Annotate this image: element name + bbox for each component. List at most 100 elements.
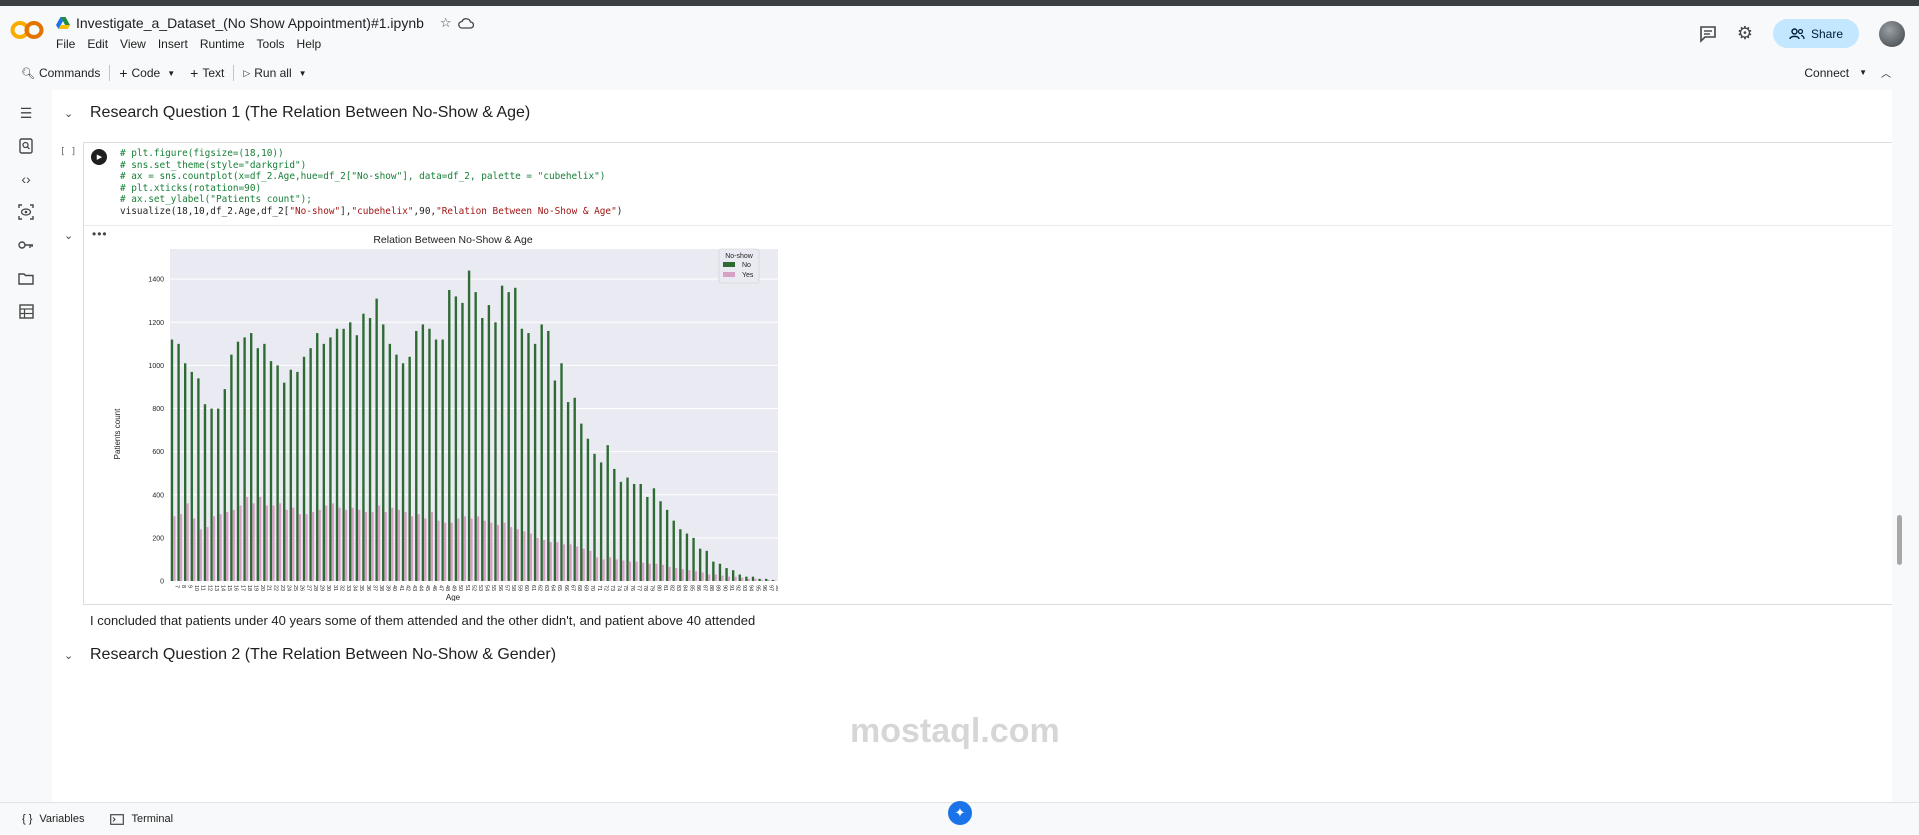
toolbar-divider bbox=[233, 65, 235, 81]
chevron-down-icon[interactable]: ⌄ bbox=[64, 649, 76, 662]
x-tick-label: 59 bbox=[517, 585, 523, 591]
chevron-down-icon[interactable]: ⌄ bbox=[64, 107, 76, 120]
gear-icon[interactable]: ⚙ bbox=[1737, 23, 1753, 44]
x-tick-label: 19 bbox=[253, 585, 259, 591]
terminal-button[interactable]: Terminal bbox=[110, 813, 173, 825]
bar-yes bbox=[707, 574, 711, 581]
scrollbar[interactable] bbox=[1895, 90, 1905, 802]
menu-edit[interactable]: Edit bbox=[87, 37, 108, 51]
section-heading-q2[interactable]: ⌄ Research Question 2 (The Relation Betw… bbox=[64, 646, 556, 664]
menu-runtime[interactable]: Runtime bbox=[200, 37, 245, 51]
x-tick-label: 51 bbox=[464, 585, 470, 591]
x-tick-label: 12 bbox=[206, 585, 212, 591]
bar-no bbox=[256, 348, 259, 581]
comment-icon[interactable] bbox=[1699, 25, 1717, 43]
terminal-icon bbox=[110, 813, 125, 825]
output-menu-icon[interactable]: ••• bbox=[92, 227, 108, 241]
code-snippets-icon[interactable]: ‹› bbox=[17, 170, 35, 188]
variable-inspector-icon[interactable] bbox=[17, 203, 35, 221]
bar-no bbox=[507, 292, 510, 581]
drive-icon bbox=[56, 17, 70, 29]
legend-title: No-show bbox=[725, 253, 754, 260]
section-heading-q1[interactable]: ⌄ Research Question 1 (The Relation Betw… bbox=[64, 104, 530, 122]
x-tick-label: 50 bbox=[457, 585, 463, 591]
chevron-down-icon[interactable]: ▼ bbox=[167, 69, 175, 78]
x-tick-label: 68 bbox=[576, 585, 582, 591]
find-replace-icon[interactable] bbox=[17, 137, 35, 155]
bar-no bbox=[566, 402, 570, 581]
bar-no bbox=[335, 328, 339, 581]
notebook-title-text[interactable]: Investigate_a_Dataset_(No Show Appointme… bbox=[76, 15, 424, 31]
x-tick-label: 33 bbox=[345, 585, 351, 591]
x-tick-label: 57 bbox=[503, 585, 509, 591]
code-line: # plt.figure(figsize=(18,10)) bbox=[120, 148, 284, 159]
add-text-button[interactable]: + Text bbox=[183, 62, 231, 84]
x-tick-label: 85 bbox=[688, 585, 694, 591]
bar-yes bbox=[496, 524, 500, 581]
menu-insert[interactable]: Insert bbox=[158, 37, 188, 51]
x-tick-label: 87 bbox=[701, 585, 707, 591]
bar-yes bbox=[331, 503, 334, 581]
bar-yes bbox=[641, 562, 645, 581]
bar-no bbox=[408, 356, 411, 581]
x-tick-label: 25 bbox=[292, 585, 298, 591]
bar-no bbox=[758, 578, 761, 581]
x-tick-label: 64 bbox=[550, 585, 556, 591]
bar-yes bbox=[523, 531, 526, 581]
folder-icon[interactable] bbox=[17, 269, 35, 287]
cloud-saved-icon[interactable] bbox=[457, 17, 474, 29]
bar-no bbox=[263, 343, 266, 581]
bar-no bbox=[236, 341, 240, 581]
x-tick-label: 48 bbox=[444, 585, 450, 591]
variables-button[interactable]: { } Variables bbox=[22, 813, 84, 825]
bar-yes bbox=[430, 512, 434, 581]
menu-file[interactable]: File bbox=[56, 37, 75, 51]
gemini-icon[interactable]: ✦ bbox=[948, 801, 972, 825]
colab-logo-icon[interactable] bbox=[10, 20, 44, 40]
share-button[interactable]: Share bbox=[1772, 19, 1859, 48]
star-icon[interactable]: ☆ bbox=[440, 15, 452, 31]
run-all-button[interactable]: ▷ Run all bbox=[236, 62, 298, 84]
left-sidebar: ☰ ‹› bbox=[0, 90, 50, 802]
bar-no bbox=[586, 438, 590, 581]
bar-yes bbox=[225, 512, 229, 581]
bar-yes bbox=[311, 512, 315, 581]
menu-view[interactable]: View bbox=[120, 37, 146, 51]
add-code-button[interactable]: + Code bbox=[112, 62, 167, 84]
x-tick-label: 98 bbox=[774, 585, 778, 591]
menu-tools[interactable]: Tools bbox=[257, 37, 285, 51]
y-tick-label: 1400 bbox=[148, 277, 164, 284]
code-cell[interactable]: [ ] ▶ # plt.figure(figsize=(18,10)) # sn… bbox=[60, 142, 1892, 605]
chevron-up-icon[interactable]: ︿ bbox=[1881, 65, 1891, 80]
menu-help[interactable]: Help bbox=[297, 37, 322, 51]
code-editor[interactable]: # plt.figure(figsize=(18,10)) # sns.set_… bbox=[120, 148, 622, 218]
x-tick-label: 24 bbox=[286, 585, 292, 591]
chevron-down-icon[interactable]: ▼ bbox=[299, 69, 307, 78]
table-of-contents-icon[interactable]: ☰ bbox=[17, 104, 35, 122]
bar-yes bbox=[252, 503, 255, 581]
run-cell-button[interactable]: ▶ bbox=[91, 149, 107, 165]
chevron-down-icon[interactable]: ⌄ bbox=[64, 229, 73, 242]
bar-yes bbox=[562, 544, 566, 581]
key-icon[interactable] bbox=[17, 236, 35, 254]
bar-no bbox=[745, 576, 748, 581]
x-tick-label: 90 bbox=[721, 585, 727, 591]
people-icon bbox=[1789, 27, 1805, 39]
bar-yes bbox=[245, 496, 249, 581]
x-tick-label: 56 bbox=[497, 585, 503, 591]
scrollbar-thumb[interactable] bbox=[1897, 515, 1902, 565]
bar-yes bbox=[364, 512, 368, 581]
code-token: "Relation Between No-Show & Age" bbox=[436, 205, 617, 217]
bar-no bbox=[672, 520, 675, 581]
avatar[interactable] bbox=[1879, 20, 1905, 47]
x-tick-label: 35 bbox=[358, 585, 364, 591]
bar-yes bbox=[212, 516, 216, 581]
data-table-icon[interactable] bbox=[17, 302, 35, 320]
x-tick-label: 95 bbox=[754, 585, 760, 591]
commands-button[interactable]: 🔍︎ Commands bbox=[14, 62, 107, 84]
bar-no bbox=[659, 501, 662, 581]
x-tick-label: 29 bbox=[319, 585, 325, 591]
x-tick-label: 15 bbox=[226, 585, 232, 591]
y-tick-label: 1000 bbox=[148, 363, 164, 370]
connect-button[interactable]: Connect ▼ ︿ bbox=[1804, 65, 1891, 81]
